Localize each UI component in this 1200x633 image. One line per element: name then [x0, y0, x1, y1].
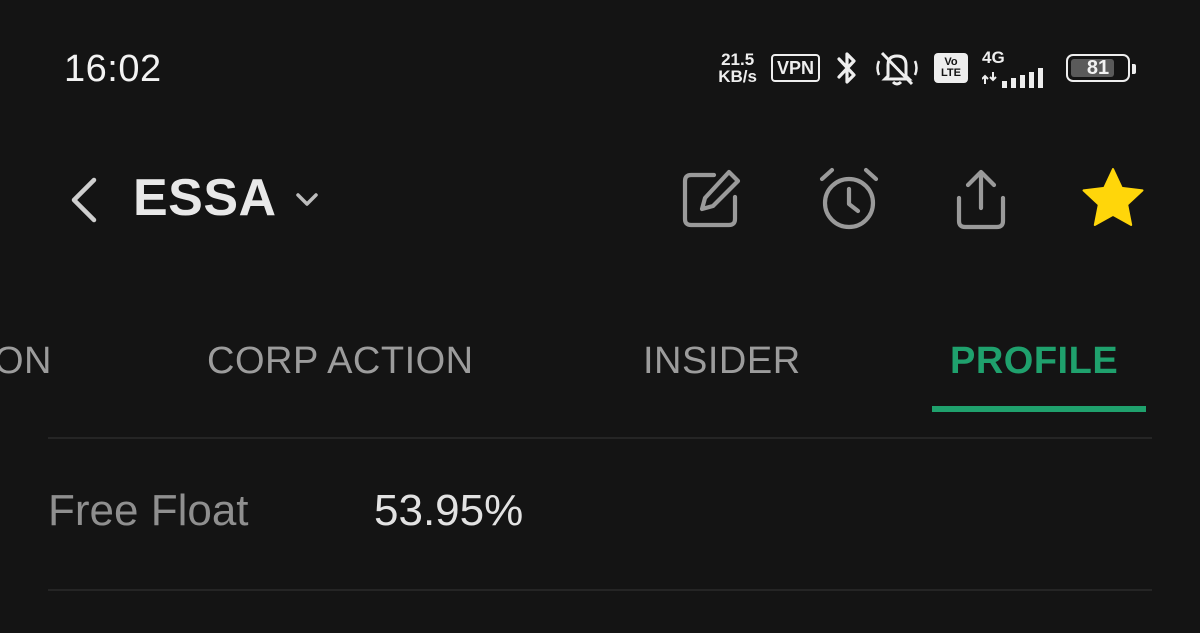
- tab-profile[interactable]: PROFILE: [950, 340, 1118, 383]
- network-speed-unit: KB/s: [718, 67, 757, 86]
- battery-icon: 81: [1066, 54, 1136, 82]
- tab-corp-action[interactable]: CORP ACTION: [207, 340, 474, 383]
- network-type: 4G: [982, 48, 1005, 67]
- free-float-label: Free Float: [48, 486, 249, 535]
- favorite-star-button[interactable]: [1078, 166, 1144, 232]
- divider: [48, 437, 1152, 439]
- back-button[interactable]: [64, 172, 104, 228]
- battery-level: 81: [1086, 56, 1110, 79]
- status-time: 16:02: [64, 48, 162, 90]
- edit-note-button[interactable]: [678, 166, 744, 232]
- network-indicator: 4G: [982, 48, 1052, 88]
- share-button[interactable]: [948, 166, 1014, 232]
- bluetooth-icon: [837, 52, 856, 84]
- divider: [48, 589, 1152, 591]
- chevron-down-icon[interactable]: [292, 184, 322, 214]
- network-speed-value: 21.5: [721, 50, 755, 69]
- signal-strength-icon: [982, 68, 1043, 88]
- volte-bottom-text: LTE: [941, 67, 961, 79]
- volte-icon: Vo LTE: [934, 53, 968, 83]
- silent-mode-icon: [876, 51, 918, 86]
- stock-ticker[interactable]: ESSA: [133, 168, 277, 228]
- active-tab-indicator: [932, 406, 1146, 412]
- alarm-clock-button[interactable]: [816, 166, 882, 232]
- status-icons: 21.5 KB/s VPN Vo LTE 4G 81: [718, 48, 1136, 88]
- vpn-icon: VPN: [770, 54, 820, 82]
- network-speed-indicator: 21.5 KB/s: [718, 51, 757, 85]
- free-float-value: 53.95%: [374, 486, 524, 535]
- tab-insider[interactable]: INSIDER: [643, 340, 801, 383]
- tab-action-partial[interactable]: ON: [0, 340, 52, 383]
